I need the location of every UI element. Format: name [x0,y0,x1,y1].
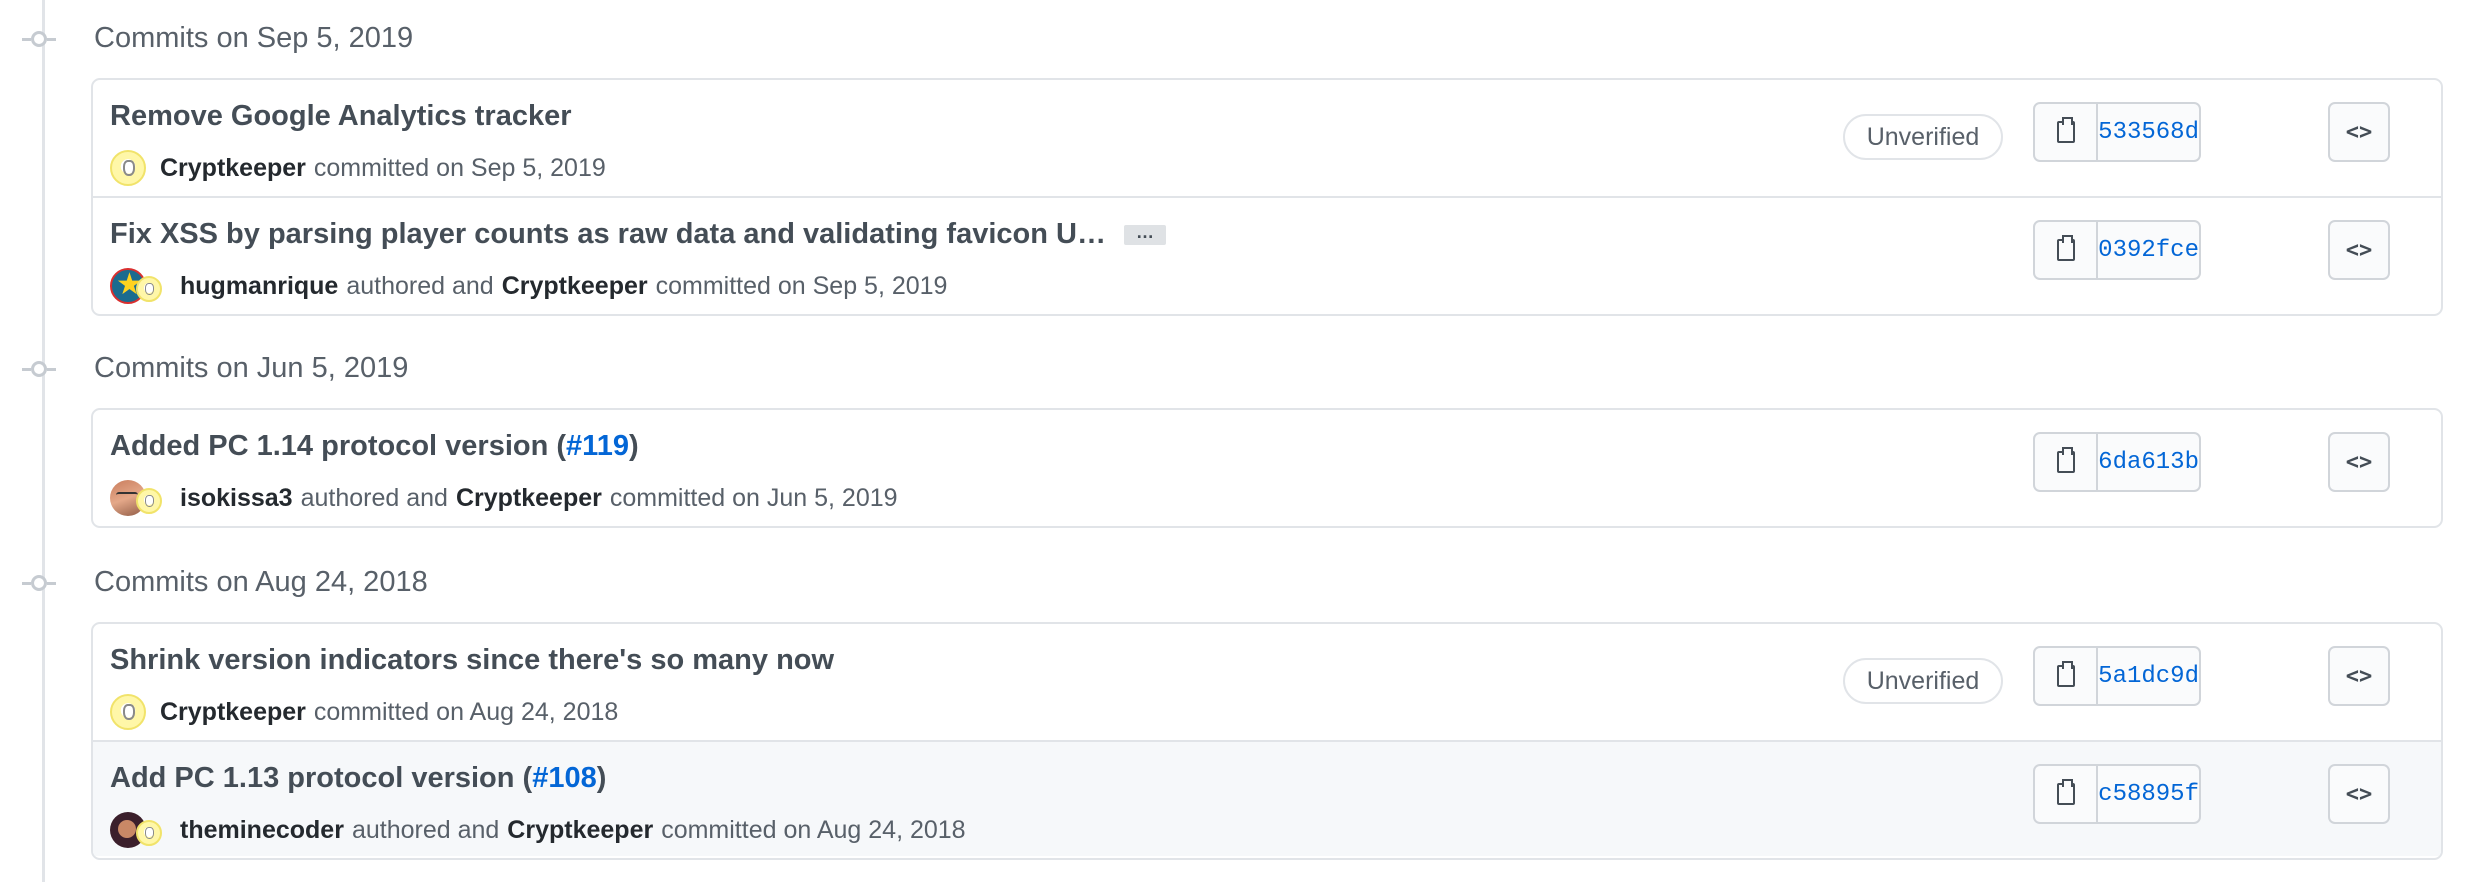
commit-message[interactable]: Added PC 1.14 protocol version (#119) [110,430,639,463]
browse-repo-button[interactable]: <> [2328,646,2390,706]
copy-sha-button[interactable] [2035,104,2099,160]
committer-name[interactable]: Cryptkeeper [160,698,306,727]
sha-button-group: 0392fce [2033,220,2201,280]
commit-group-list: Shrink version indicators since there's … [91,622,2443,860]
commit-message[interactable]: Add PC 1.13 protocol version (#108) [110,762,606,795]
commit-meta: Cryptkeeper committed on Aug 24, 2018 [110,692,618,732]
commit-sha-link[interactable]: 0392fce [2098,222,2199,278]
avatar-stack [110,266,166,306]
unverified-badge[interactable]: Unverified [1843,114,2003,160]
commit-group-date: Commits on Aug 24, 2018 [94,566,428,598]
commit-meta: hugmanrique authored and Cryptkeeper com… [110,266,947,306]
commit-date-text: committed on Aug 24, 2018 [313,697,619,726]
browse-repo-button[interactable]: <> [2328,432,2390,492]
authored-text: authored and [346,271,494,300]
clipboard-icon [2056,661,2075,687]
clipboard-icon [2056,117,2075,143]
copy-sha-button[interactable] [2035,648,2099,704]
avatar-cryptkeeper[interactable] [136,820,162,846]
browse-repo-button[interactable]: <> [2328,220,2390,280]
commit-node-icon [22,575,56,591]
commit-group-header: Commits on Jun 5, 2019 [0,338,2484,398]
code-icon: <> [2345,663,2373,689]
commit-meta: isokissa3 authored and Cryptkeeper commi… [110,478,898,518]
commit-meta: Cryptkeeper committed on Sep 5, 2019 [110,148,606,188]
commit-row: Remove Google Analytics tracker Cryptkee… [93,80,2441,196]
commit-node-icon [22,361,56,377]
avatar-stack [110,478,166,518]
commit-group-header: Commits on Sep 5, 2019 [0,8,2484,68]
commit-date-text: committed on Aug 24, 2018 [661,815,966,844]
committer-name[interactable]: Cryptkeeper [160,154,306,183]
committer-name[interactable]: Cryptkeeper [456,484,602,513]
avatar[interactable] [110,148,146,188]
clipboard-icon [2056,779,2075,805]
clipboard-icon [2056,447,2075,473]
browse-repo-button[interactable]: <> [2328,102,2390,162]
avatar-cryptkeeper[interactable] [110,150,146,186]
sha-button-group: 6da613b [2033,432,2201,492]
sha-button-group: 533568d [2033,102,2201,162]
commit-sha-link[interactable]: 533568d [2098,104,2199,160]
commit-group-date: Commits on Sep 5, 2019 [94,22,414,54]
commit-row: Add PC 1.13 protocol version (#108) them… [93,740,2441,856]
commit-row: Shrink version indicators since there's … [93,624,2441,740]
avatar[interactable] [110,692,146,732]
avatar-cryptkeeper[interactable] [136,276,162,302]
author-name[interactable]: isokissa3 [180,484,293,513]
copy-sha-button[interactable] [2035,222,2099,278]
pr-link[interactable]: #108 [532,762,597,794]
authored-text: authored and [300,483,448,512]
expand-message-button[interactable]: … [1123,223,1166,246]
commit-sha-link[interactable]: 6da613b [2098,434,2199,490]
commit-date-text: committed on Jun 5, 2019 [609,483,898,512]
pr-link[interactable]: #119 [566,430,629,462]
clipboard-icon [2056,235,2075,261]
commit-row: Fix XSS by parsing player counts as raw … [93,196,2441,312]
authored-text: authored and [351,815,500,844]
commit-group-list: Added PC 1.14 protocol version (#119) is… [91,408,2443,528]
timeline-line [42,0,45,882]
commit-node-icon [22,31,56,47]
sha-button-group: 5a1dc9d [2033,646,2201,706]
commit-row: Added PC 1.14 protocol version (#119) is… [93,410,2441,526]
commit-meta: theminecoder authored and Cryptkeeper co… [110,810,966,850]
author-name[interactable]: theminecoder [180,816,344,845]
author-name[interactable]: hugmanrique [180,272,338,301]
code-icon: <> [2345,449,2373,475]
copy-sha-button[interactable] [2035,766,2099,822]
committer-name[interactable]: Cryptkeeper [507,816,653,845]
commit-date-text: committed on Sep 5, 2019 [313,153,606,182]
commit-date-text: committed on Sep 5, 2019 [655,271,948,300]
avatar-stack [110,810,166,850]
sha-button-group: c58895f [2033,764,2201,824]
commit-message[interactable]: Fix XSS by parsing player counts as raw … [110,218,1166,251]
commit-message[interactable]: Remove Google Analytics tracker [110,100,572,133]
avatar-cryptkeeper[interactable] [110,694,146,730]
commit-group-date: Commits on Jun 5, 2019 [94,352,409,384]
commit-message[interactable]: Shrink version indicators since there's … [110,644,834,677]
code-icon: <> [2345,781,2373,807]
unverified-badge[interactable]: Unverified [1843,658,2003,704]
copy-sha-button[interactable] [2035,434,2099,490]
commit-group-header: Commits on Aug 24, 2018 [0,552,2484,612]
avatar-cryptkeeper[interactable] [136,488,162,514]
commit-sha-link[interactable]: 5a1dc9d [2098,648,2199,704]
browse-repo-button[interactable]: <> [2328,764,2390,824]
commit-sha-link[interactable]: c58895f [2098,766,2199,822]
commit-group-list: Remove Google Analytics tracker Cryptkee… [91,78,2443,316]
code-icon: <> [2345,119,2373,145]
code-icon: <> [2345,237,2373,263]
committer-name[interactable]: Cryptkeeper [502,272,648,301]
